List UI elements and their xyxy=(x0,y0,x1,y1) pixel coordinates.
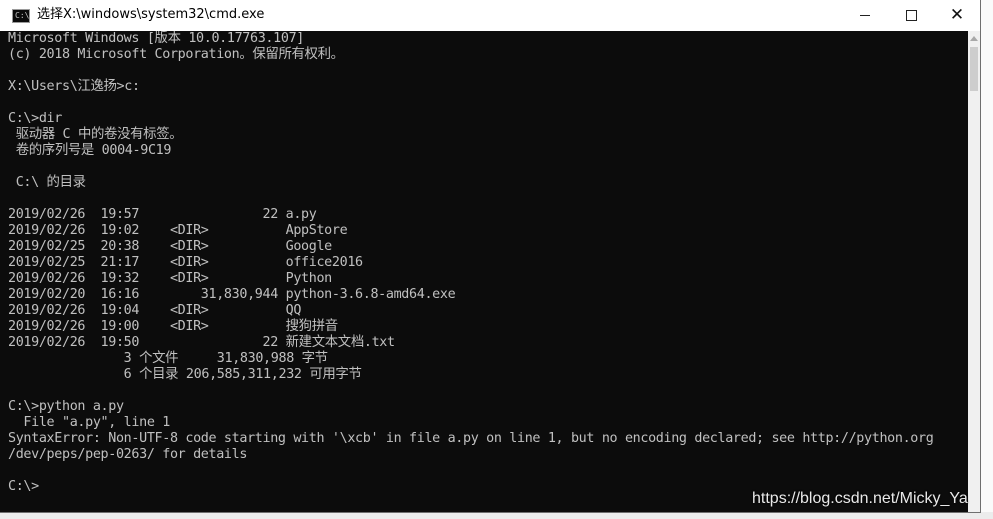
background-window-edge-bottom xyxy=(0,512,993,519)
console-line: (c) 2018 Microsoft Corporation。保留所有权利。 xyxy=(8,47,344,62)
console-line: 2019/02/26 19:02 <DIR> AppStore xyxy=(8,223,348,238)
console-line: File "a.py", line 1 xyxy=(8,415,170,430)
arrow-up-icon xyxy=(970,35,978,41)
scroll-thumb[interactable] xyxy=(970,47,978,91)
cmd-window[interactable]: C:\ 选择X:\windows\system32\cmd.exe ✕ Micr… xyxy=(0,0,980,512)
console-line: 2019/02/20 16:16 31,830,944 python-3.6.8… xyxy=(8,287,456,302)
title-bar[interactable]: C:\ 选择X:\windows\system32\cmd.exe ✕ xyxy=(0,0,980,31)
console-line: 2019/02/26 19:04 <DIR> QQ xyxy=(8,303,302,318)
console-line: X:\Users\江逸扬>c: xyxy=(8,79,140,94)
console-line: 6 个目录 206,585,311,232 可用字节 xyxy=(8,367,362,382)
close-icon: ✕ xyxy=(949,5,965,25)
watermark: https://blog.csdn.net/Micky_Ya xyxy=(752,490,968,507)
scroll-up-button[interactable] xyxy=(968,31,980,45)
console-line: 3 个文件 31,830,988 字节 xyxy=(8,351,328,366)
console-line: Microsoft Windows [版本 10.0.17763.107] xyxy=(8,31,304,46)
maximize-icon xyxy=(905,10,917,21)
console-line: 2019/02/26 19:32 <DIR> Python xyxy=(8,271,332,286)
vertical-scrollbar[interactable] xyxy=(968,31,980,512)
cmd-icon-label: C:\ xyxy=(15,11,30,20)
console-line: 驱动器 C 中的卷没有标签。 xyxy=(8,127,183,142)
console-output[interactable]: Microsoft Windows [版本 10.0.17763.107] (c… xyxy=(8,31,968,512)
console-line: 2019/02/25 21:17 <DIR> office2016 xyxy=(8,255,363,270)
console-line: 2019/02/26 19:50 22 新建文本文档.txt xyxy=(8,335,395,350)
window-title: 选择X:\windows\system32\cmd.exe xyxy=(37,7,265,22)
console-line: SyntaxError: Non-UTF-8 code starting wit… xyxy=(8,431,934,446)
maximize-button[interactable] xyxy=(888,0,934,31)
minimize-button[interactable] xyxy=(842,0,888,31)
console-line: C:\>python a.py xyxy=(8,399,124,414)
console-line: C:\>dir xyxy=(8,111,62,126)
cmd-icon[interactable]: C:\ xyxy=(12,9,30,23)
console-line: C:\ 的目录 xyxy=(8,175,86,190)
console-line: 2019/02/25 20:38 <DIR> Google xyxy=(8,239,332,254)
console-line: /dev/peps/pep-0263/ for details xyxy=(8,447,248,462)
console-line: 2019/02/26 19:57 22 a.py xyxy=(8,207,317,222)
console-line: 2019/02/26 19:00 <DIR> 搜狗拼音 xyxy=(8,319,338,334)
minimize-icon xyxy=(860,15,870,16)
console-line: 卷的序列号是 0004-9C19 xyxy=(8,143,172,158)
console-line-prompt: C:\> xyxy=(8,479,39,494)
close-button[interactable]: ✕ xyxy=(934,0,980,31)
